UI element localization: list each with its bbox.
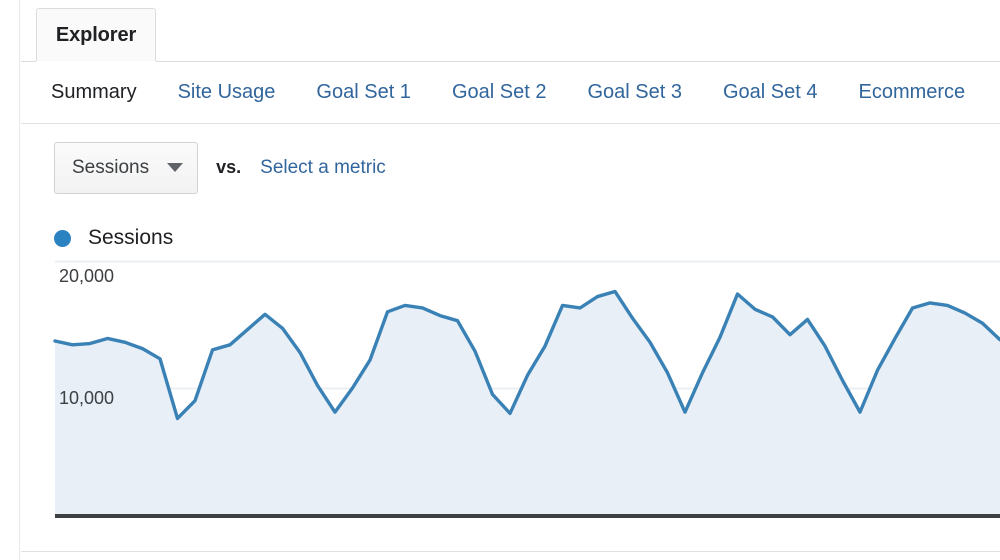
primary-metric-dropdown[interactable]: Sessions xyxy=(54,141,199,194)
y-axis-tick-20000: 20,000 xyxy=(59,266,115,286)
subnav-item-site-usage[interactable]: Site Usage xyxy=(178,81,276,104)
subnav-item-summary: Summary xyxy=(51,81,137,103)
chart-legend: Sessions xyxy=(54,226,173,250)
y-axis-tick-10000: 10,000 xyxy=(59,388,115,408)
chart-canvas xyxy=(53,258,1000,515)
x-axis-line xyxy=(55,514,1000,518)
subnav-item-ecommerce[interactable]: Ecommerce xyxy=(858,81,965,104)
metric-selector-bar: Sessions vs. Select a metric xyxy=(21,125,1000,210)
legend-series-label: Sessions xyxy=(88,226,174,249)
subnav-item-goal-set-2[interactable]: Goal Set 2 xyxy=(452,81,547,104)
vs-label: vs. xyxy=(216,157,242,177)
subnav-item-goal-set-1[interactable]: Goal Set 1 xyxy=(316,81,411,104)
tab-explorer-label: Explorer xyxy=(55,24,137,46)
page-left-gutter xyxy=(0,0,20,560)
report-tabstrip: Explorer xyxy=(21,0,1000,63)
report-page: Explorer Summary Site Usage Goal Set 1 Goal… xyxy=(0,0,1000,560)
subnav-item-goal-set-3[interactable]: Goal Set 3 xyxy=(587,81,682,104)
primary-metric-value: Sessions xyxy=(72,156,150,178)
subnav-item-goal-set-4[interactable]: Goal Set 4 xyxy=(723,81,818,104)
sessions-area-chart[interactable]: 20,000 10,000 xyxy=(21,258,1000,518)
chevron-down-icon xyxy=(167,163,184,172)
legend-series-dot-icon xyxy=(54,229,71,247)
subnav: Summary Site Usage Goal Set 1 Goal Set 2 Goa… xyxy=(21,62,1000,124)
tab-explorer[interactable]: Explorer xyxy=(36,8,156,62)
select-a-metric-link[interactable]: Select a metric xyxy=(260,157,386,179)
content-bottom-divider xyxy=(21,551,1000,552)
